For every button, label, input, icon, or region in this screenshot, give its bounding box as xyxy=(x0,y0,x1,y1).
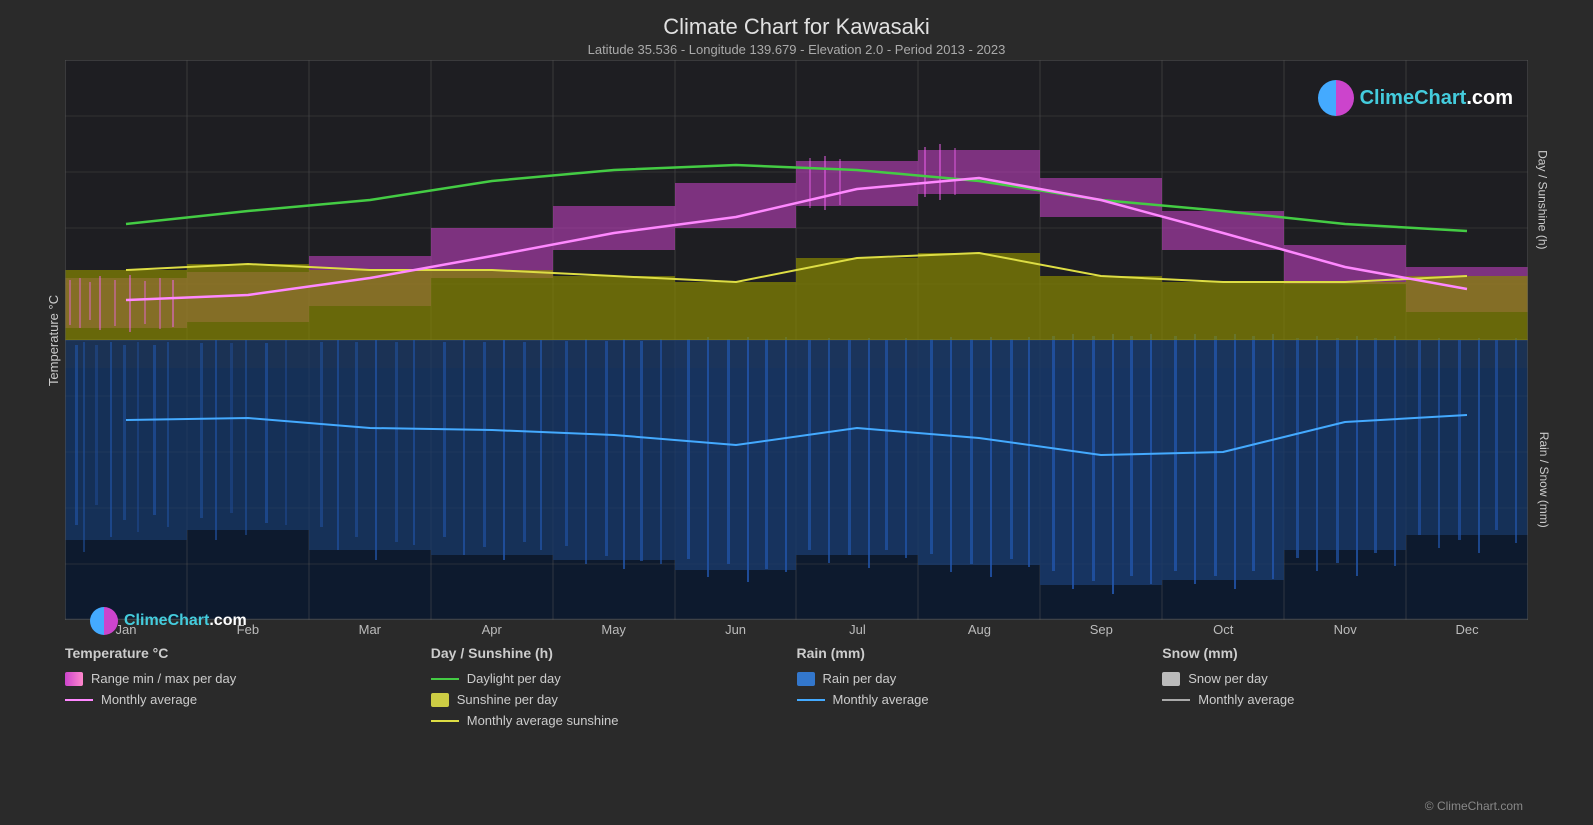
month-nov: Nov xyxy=(1284,622,1406,637)
legend-title-snow: Snow (mm) xyxy=(1162,645,1528,661)
chart-title: Climate Chart for Kawasaki xyxy=(0,0,1593,40)
copyright: © ClimeChart.com xyxy=(1425,799,1523,813)
legend-label-snow-per-day: Snow per day xyxy=(1188,671,1268,686)
legend-label-daylight: Daylight per day xyxy=(467,671,561,686)
legend-title-sunshine: Day / Sunshine (h) xyxy=(431,645,797,661)
legend-title-temperature: Temperature °C xyxy=(65,645,431,661)
legend-item-rain-avg: Monthly average xyxy=(797,692,1163,707)
legend-item-sunshine-avg: Monthly average sunshine xyxy=(431,713,797,728)
month-dec: Dec xyxy=(1406,622,1528,637)
rain-swatch xyxy=(797,672,815,686)
legend-item-rain-per-day: Rain per day xyxy=(797,671,1163,686)
chart-area: 50 40 30 20 10 0 -10 -20 -30 -40 -50 24 … xyxy=(65,60,1528,620)
legend-item-daylight: Daylight per day xyxy=(431,671,797,686)
chart-container: Climate Chart for Kawasaki Latitude 35.5… xyxy=(0,0,1593,825)
legend-label-temp-avg: Monthly average xyxy=(101,692,197,707)
snow-swatch xyxy=(1162,672,1180,686)
month-sep: Sep xyxy=(1040,622,1162,637)
sunshine-avg-line xyxy=(431,720,459,722)
legend-group-sunshine: Day / Sunshine (h) Daylight per day Suns… xyxy=(431,645,797,728)
month-jul: Jul xyxy=(797,622,919,637)
legend-label-rain-avg: Monthly average xyxy=(833,692,929,707)
logo-circle-icon xyxy=(1318,80,1354,116)
logo-bottom-left: ClimeChart.com xyxy=(90,607,247,635)
month-mar: Mar xyxy=(309,622,431,637)
month-may: May xyxy=(553,622,675,637)
legend: Temperature °C Range min / max per day M… xyxy=(65,645,1528,728)
legend-item-temp-range: Range min / max per day xyxy=(65,671,431,686)
legend-item-snow-avg: Monthly average xyxy=(1162,692,1528,707)
legend-label-sunshine-avg: Monthly average sunshine xyxy=(467,713,619,728)
logo-circle-sm-icon xyxy=(90,607,118,635)
legend-item-sunshine-per-day: Sunshine per day xyxy=(431,692,797,707)
month-aug: Aug xyxy=(918,622,1040,637)
legend-item-temp-avg: Monthly average xyxy=(65,692,431,707)
rain-avg-line xyxy=(797,699,825,701)
logo-text-top: ClimeChart.com xyxy=(1360,87,1513,110)
daylight-line xyxy=(431,678,459,680)
legend-group-rain: Rain (mm) Rain per day Monthly average xyxy=(797,645,1163,728)
temp-range-swatch xyxy=(65,672,83,686)
chart-subtitle: Latitude 35.536 - Longitude 139.679 - El… xyxy=(0,42,1593,57)
legend-item-snow-per-day: Snow per day xyxy=(1162,671,1528,686)
snow-avg-line xyxy=(1162,699,1190,701)
legend-group-snow: Snow (mm) Snow per day Monthly average xyxy=(1162,645,1528,728)
month-oct: Oct xyxy=(1162,622,1284,637)
month-jun: Jun xyxy=(675,622,797,637)
temp-avg-line xyxy=(65,699,93,701)
legend-title-rain: Rain (mm) xyxy=(797,645,1163,661)
legend-label-sunshine-per-day: Sunshine per day xyxy=(457,692,558,707)
logo-top-right: ClimeChart.com xyxy=(1318,80,1513,116)
sunshine-swatch xyxy=(431,693,449,707)
legend-label-snow-avg: Monthly average xyxy=(1198,692,1294,707)
legend-label-rain-per-day: Rain per day xyxy=(823,671,897,686)
logo-text-bottom: ClimeChart.com xyxy=(124,612,247,630)
legend-label-temp-range: Range min / max per day xyxy=(91,671,236,686)
month-apr: Apr xyxy=(431,622,553,637)
legend-group-temperature: Temperature °C Range min / max per day M… xyxy=(65,645,431,728)
month-labels: Jan Feb Mar Apr May Jun Jul Aug Sep Oct … xyxy=(65,622,1528,637)
